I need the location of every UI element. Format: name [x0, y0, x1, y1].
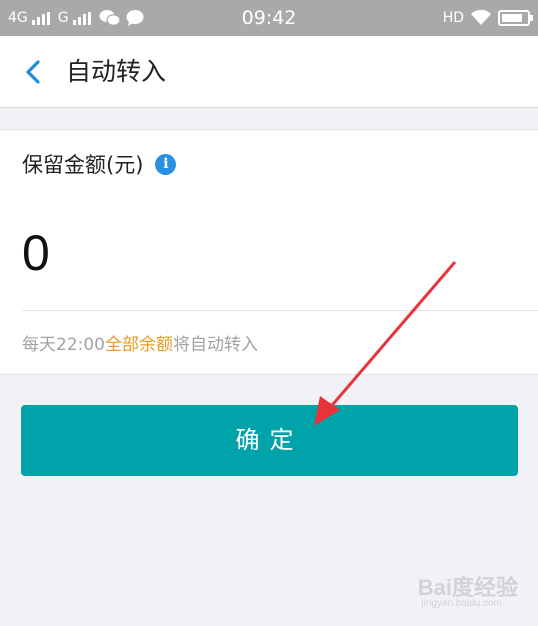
reserve-amount-card: 保留金额(元) i 0 每天22:00全部余额将自动转入	[0, 129, 538, 375]
chevron-left-icon[interactable]	[18, 54, 52, 90]
watermark-text: Bai度经验	[417, 575, 518, 600]
amount-input[interactable]: 0	[22, 224, 50, 282]
page-title: 自动转入	[66, 57, 167, 86]
hd-indicator: HD	[442, 10, 464, 26]
status-bar: 4G G 09:42 HD	[0, 0, 538, 36]
confirm-button[interactable]: 确定	[21, 405, 518, 476]
reserve-amount-label: 保留金额(元)	[22, 153, 144, 177]
battery-level	[502, 14, 523, 22]
divider	[22, 310, 538, 311]
watermark-url: jingyan.baidu.com	[421, 598, 502, 609]
nav-bar: 自动转入	[0, 36, 538, 108]
hint-highlight: 全部余额	[105, 335, 173, 355]
hint-prefix: 每天22:00	[22, 335, 105, 355]
reserve-amount-label-row: 保留金额(元) i	[22, 150, 177, 178]
hint-suffix: 将自动转入	[173, 335, 258, 355]
wifi-icon	[471, 10, 491, 25]
info-icon[interactable]: i	[155, 153, 177, 175]
status-bar-right: HD	[442, 0, 533, 36]
auto-transfer-hint: 每天22:00全部余额将自动转入	[22, 330, 258, 355]
battery-icon	[498, 10, 533, 26]
